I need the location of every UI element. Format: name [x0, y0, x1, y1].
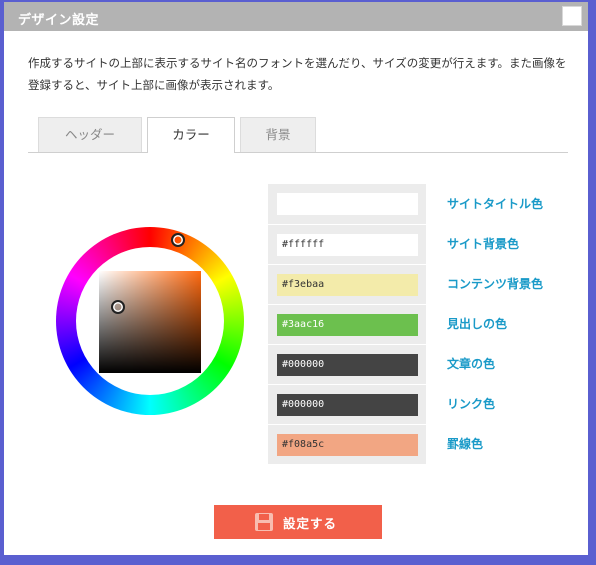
- titlebar: デザイン設定: [4, 2, 588, 31]
- tab-bar: ヘッダー カラー 背景: [28, 117, 568, 153]
- site-title-color-label: サイトタイトル色: [447, 197, 544, 211]
- tab-background[interactable]: 背景: [240, 117, 316, 152]
- dialog-title: デザイン設定: [18, 13, 100, 28]
- close-icon[interactable]: [562, 6, 582, 26]
- description-text: 作成するサイトの上部に表示するサイト名のフォントを選んだり、サイズの変更が行えま…: [28, 56, 567, 92]
- link-color-label: リンク色: [447, 397, 496, 411]
- swatch-row: #000000: [268, 344, 426, 384]
- link-color-input[interactable]: #000000: [277, 394, 418, 416]
- set-button[interactable]: 設定する: [214, 505, 382, 539]
- saturation-marker[interactable]: [111, 300, 125, 314]
- swatch-row: #ffffff: [268, 224, 426, 264]
- site-background-color-label: サイト背景色: [447, 237, 520, 251]
- text-color-input[interactable]: #000000: [277, 354, 418, 376]
- border-color-label: 罫線色: [447, 437, 484, 451]
- content-background-color-input[interactable]: #f3ebaa: [277, 274, 418, 296]
- color-swatch-panel: #ffffff #f3ebaa #3aac16 #000000 #000000 …: [268, 184, 426, 464]
- swatch-row: #f08a5c: [268, 424, 426, 464]
- design-settings-dialog: デザイン設定 作成するサイトの上部に表示するサイト名のフォントを選んだり、サイズ…: [4, 2, 588, 555]
- tab-color[interactable]: カラー: [147, 117, 235, 153]
- save-disk-icon: [255, 513, 273, 531]
- site-title-color-input[interactable]: [277, 193, 418, 215]
- hue-marker[interactable]: [171, 233, 185, 247]
- site-background-color-input[interactable]: #ffffff: [277, 234, 418, 256]
- heading-color-label: 見出しの色: [447, 317, 508, 331]
- set-button-label: 設定する: [283, 516, 338, 531]
- swatch-row: #f3ebaa: [268, 264, 426, 304]
- border-color-input[interactable]: #f08a5c: [277, 434, 418, 456]
- swatch-row: #000000: [268, 384, 426, 424]
- text-color-label: 文章の色: [447, 357, 496, 371]
- color-wheel[interactable]: [56, 227, 244, 415]
- tab-header[interactable]: ヘッダー: [38, 117, 142, 152]
- heading-color-input[interactable]: #3aac16: [277, 314, 418, 336]
- content-background-color-label: コンテンツ背景色: [447, 277, 544, 291]
- swatch-row: [268, 184, 426, 224]
- saturation-value-square[interactable]: [99, 271, 201, 373]
- swatch-row: #3aac16: [268, 304, 426, 344]
